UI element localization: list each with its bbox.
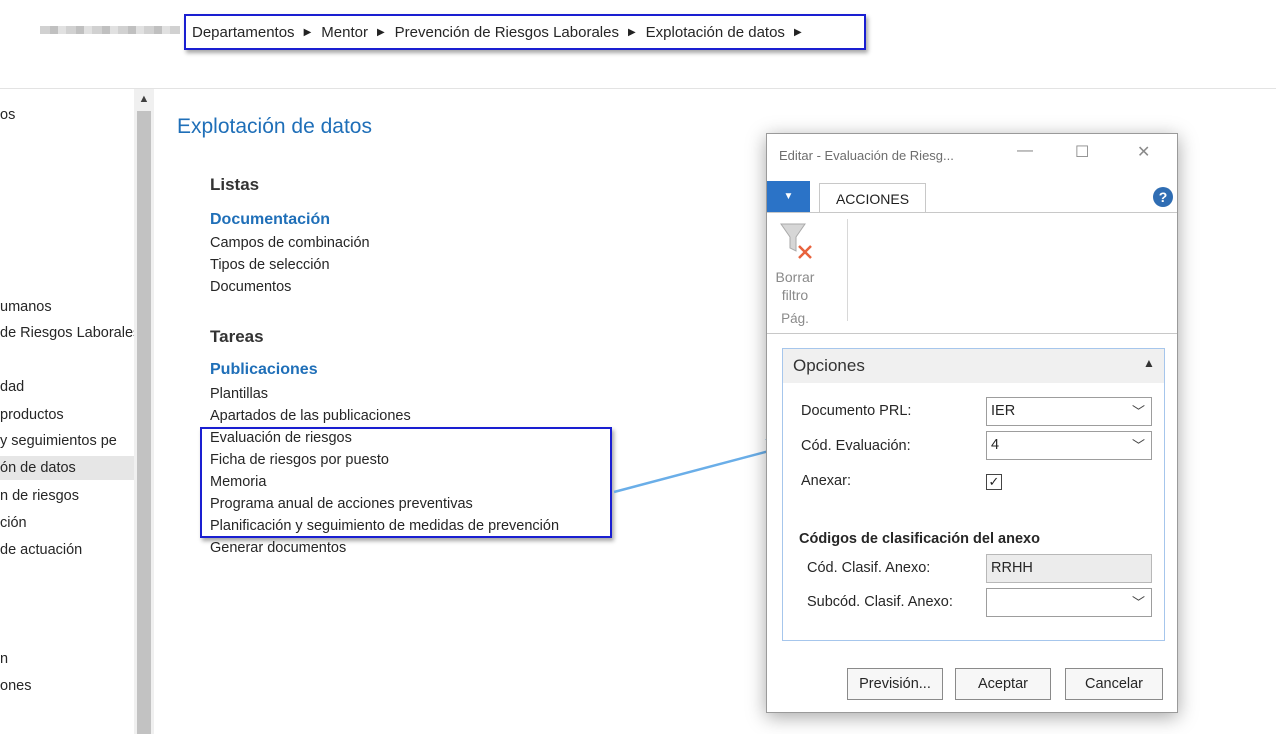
ribbon-menu-button[interactable]: ▼ [767, 181, 810, 212]
tab-acciones[interactable]: ACCIONES [819, 183, 926, 213]
chevron-down-icon[interactable]: ﹀ [1132, 398, 1145, 425]
preview-button[interactable]: Previsión... [847, 668, 943, 700]
options-title: Opciones [793, 356, 865, 375]
cod-clasif-field: RRHH [986, 554, 1152, 583]
clear-filter-icon [780, 223, 812, 259]
subcod-clasif-label: Subcód. Clasif. Anexo: [807, 594, 953, 610]
clear-filter-label-1: Borrar [775, 269, 815, 285]
documento-prl-value: IER [991, 403, 1016, 419]
help-icon[interactable]: ? [1153, 187, 1173, 207]
edit-dialog: Editar - Evaluación de Riesg... — ☐ ✕ ▼ … [766, 133, 1178, 713]
collapse-chevron-icon[interactable]: ▲ [1143, 356, 1155, 370]
anexar-checkbox[interactable]: ✓ [986, 474, 1002, 490]
cancel-button[interactable]: Cancelar [1065, 668, 1163, 700]
clear-filter-label-2: filtro [781, 287, 809, 303]
documento-prl-label: Documento PRL: [801, 403, 912, 419]
chevron-down-icon[interactable]: ﹀ [1132, 589, 1145, 616]
accept-button[interactable]: Aceptar [955, 668, 1051, 700]
maximize-icon[interactable]: ☐ [1075, 142, 1089, 162]
options-fasttab: Opciones ▲ Documento PRL: IER ﹀ Cód. Eva… [782, 348, 1165, 641]
chevron-down-icon[interactable]: ﹀ [1132, 432, 1145, 459]
documento-prl-dropdown[interactable]: IER ﹀ [986, 397, 1152, 426]
cod-evaluacion-dropdown[interactable]: 4 ﹀ [986, 431, 1152, 460]
close-icon[interactable]: ✕ [1137, 142, 1150, 162]
cod-clasif-value: RRHH [991, 560, 1033, 576]
subcod-clasif-dropdown[interactable]: ﹀ [986, 588, 1152, 617]
options-header[interactable]: Opciones ▲ [783, 349, 1164, 383]
minimize-icon[interactable]: — [1017, 142, 1033, 160]
clasificacion-heading: Códigos de clasificación del anexo [799, 531, 1040, 547]
cod-evaluacion-value: 4 [991, 437, 1000, 453]
cod-clasif-label: Cód. Clasif. Anexo: [807, 560, 931, 576]
clear-filter-button[interactable]: Borrar filtro Pág. [773, 218, 837, 326]
anexar-label: Anexar: [801, 473, 851, 489]
ribbon-body: Borrar filtro Pág. [767, 213, 1177, 334]
cod-evaluacion-label: Cód. Evaluación: [801, 438, 911, 454]
ribbon-group-label: Pág. [781, 311, 809, 326]
dialog-title: Editar - Evaluación de Riesg... [779, 148, 954, 163]
ribbon-separator [847, 219, 848, 321]
